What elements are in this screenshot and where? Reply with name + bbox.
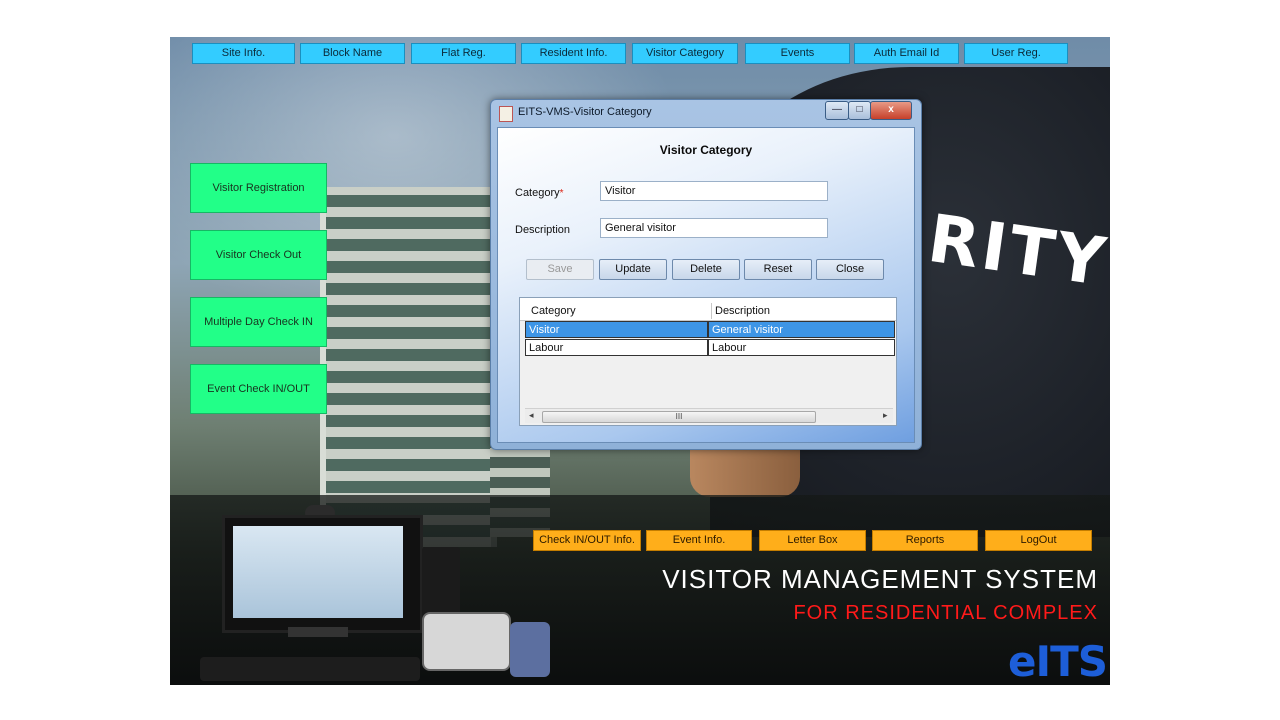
- column-header-category[interactable]: Category: [528, 303, 708, 319]
- update-button[interactable]: Update: [599, 259, 667, 280]
- dialog-body: Visitor Category Category* Description S…: [497, 127, 915, 443]
- save-button[interactable]: Save: [526, 259, 594, 280]
- monitor-screen-image: [233, 526, 403, 618]
- scrollbar-thumb[interactable]: III: [542, 411, 816, 423]
- table-row[interactable]: Visitor General visitor: [525, 321, 895, 338]
- background-building-image: [320, 187, 497, 547]
- nav-flat-reg-button[interactable]: Flat Reg.: [411, 43, 516, 64]
- fingerprint-scanner-image: [510, 622, 550, 677]
- description-label: Description: [515, 224, 571, 236]
- description-field[interactable]: [600, 218, 828, 238]
- category-label: Category*: [515, 187, 564, 199]
- table-cell-category: Labour: [525, 339, 708, 356]
- letter-box-button[interactable]: Letter Box: [759, 530, 866, 551]
- category-field[interactable]: [600, 181, 828, 201]
- multiple-day-check-in-button[interactable]: Multiple Day Check IN: [190, 297, 327, 347]
- visitor-check-out-button[interactable]: Visitor Check Out: [190, 230, 327, 280]
- event-info-button[interactable]: Event Info.: [646, 530, 752, 551]
- eits-logo: eITS: [1008, 637, 1108, 685]
- monitor-stand-image: [288, 627, 348, 637]
- keyboard-image: [200, 657, 420, 681]
- minimize-button[interactable]: —: [825, 101, 849, 120]
- visitor-category-dialog: EITS-VMS-Visitor Category — □ x Visitor …: [490, 99, 922, 450]
- monitor-image: [222, 515, 423, 633]
- logout-button[interactable]: LogOut: [985, 530, 1092, 551]
- close-button[interactable]: Close: [816, 259, 884, 280]
- nav-user-reg-button[interactable]: User Reg.: [964, 43, 1068, 64]
- table-cell-category: Visitor: [525, 321, 708, 338]
- label-printer-image: [422, 612, 511, 671]
- form-heading: Visitor Category: [659, 143, 753, 157]
- dialog-titlebar[interactable]: EITS-VMS-Visitor Category — □ x: [491, 100, 921, 126]
- app-subtitle: FOR RESIDENTIAL COMPLEX: [793, 602, 1098, 624]
- nav-visitor-category-button[interactable]: Visitor Category: [632, 43, 738, 64]
- nav-events-button[interactable]: Events: [745, 43, 850, 64]
- grid-header: Category Description: [520, 298, 896, 321]
- horizontal-scrollbar[interactable]: ◂ III ▸: [525, 408, 893, 423]
- window-close-button[interactable]: x: [870, 101, 912, 120]
- table-cell-description: General visitor: [708, 321, 895, 338]
- event-check-in-out-button[interactable]: Event Check IN/OUT: [190, 364, 327, 414]
- nav-auth-email-button[interactable]: Auth Email Id: [854, 43, 959, 64]
- nav-block-name-button[interactable]: Block Name: [300, 43, 405, 64]
- app-title: VISITOR MANAGEMENT SYSTEM: [662, 564, 1098, 594]
- dialog-title: EITS-VMS-Visitor Category: [518, 106, 652, 118]
- table-cell-description: Labour: [708, 339, 895, 356]
- scroll-left-icon[interactable]: ◂: [529, 410, 534, 421]
- nav-site-info-button[interactable]: Site Info.: [192, 43, 295, 64]
- delete-button[interactable]: Delete: [672, 259, 740, 280]
- app-icon: [499, 106, 513, 122]
- visitor-registration-button[interactable]: Visitor Registration: [190, 163, 327, 213]
- table-row[interactable]: Labour Labour: [525, 339, 895, 356]
- nav-resident-info-button[interactable]: Resident Info.: [521, 43, 626, 64]
- maximize-button[interactable]: □: [848, 101, 871, 120]
- reports-button[interactable]: Reports: [872, 530, 978, 551]
- check-in-out-info-button[interactable]: Check IN/OUT Info.: [533, 530, 641, 551]
- required-marker: *: [559, 188, 564, 199]
- scroll-right-icon[interactable]: ▸: [883, 410, 888, 421]
- category-label-text: Category: [515, 187, 560, 199]
- category-grid: Category Description Visitor General vis…: [519, 297, 897, 426]
- column-header-description[interactable]: Description: [711, 303, 891, 319]
- reset-button[interactable]: Reset: [744, 259, 812, 280]
